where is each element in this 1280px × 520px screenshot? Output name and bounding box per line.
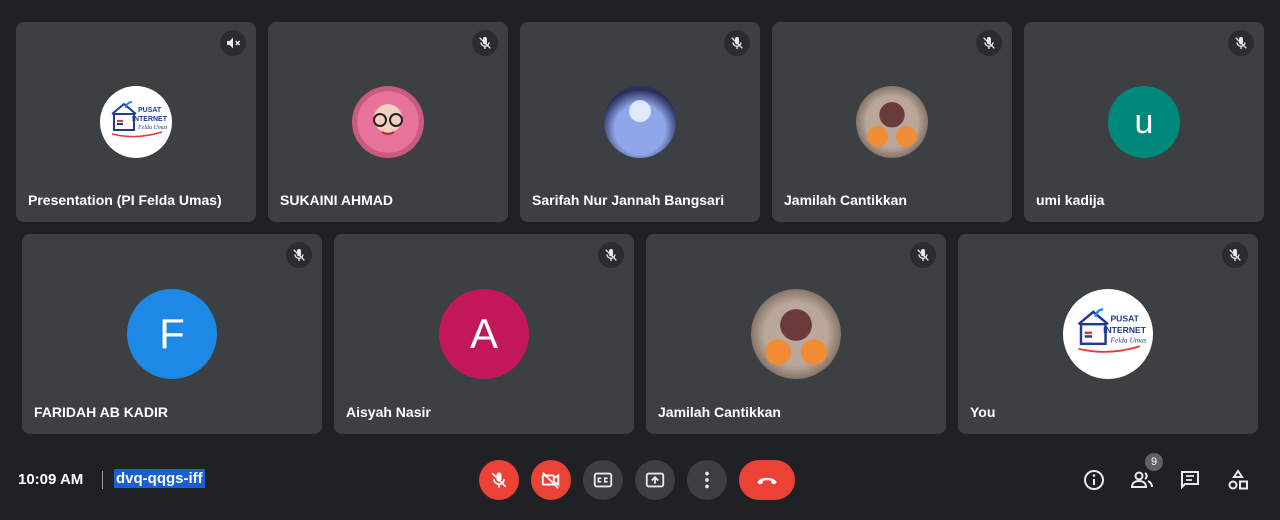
mic-off-icon [976,30,1002,56]
participant-tile[interactable]: Jamilah Cantikkan [772,22,1012,222]
chat-icon [1181,471,1199,490]
meeting-control-bar: 10:09 AM dvq-qqgs-iff 9 [0,440,1280,520]
participant-name: Jamilah Cantikkan [658,404,781,420]
info-icon [1084,470,1104,490]
camera-toggle-button[interactable] [531,460,571,500]
mic-off-icon [286,242,312,268]
letter-avatar: A [439,289,529,379]
letter-avatar: F [127,289,217,379]
avatar-letter: A [469,310,498,357]
participant-name: Aisyah Nasir [346,404,431,420]
participant-tile[interactable]: SUKAINI AHMAD [268,22,508,222]
participant-count-badge: 9 [1145,453,1163,471]
participant-tile[interactable]: F FARIDAH AB KADIR [22,234,322,434]
meeting-code[interactable]: dvq-qqgs-iff [114,469,205,488]
profile-photo-avatar [856,86,928,158]
logo-line-3: Felda Umas [137,125,168,131]
participant-tile[interactable]: Jamilah Cantikkan [646,234,946,434]
mic-muted-icon [220,30,246,56]
camera-off-icon [541,472,560,489]
people-icon [1130,471,1153,488]
more-vert-icon [705,471,709,489]
participant-tile[interactable]: Sarifah Nur Jannah Bangsari [520,22,760,222]
participant-tile[interactable]: A Aisyah Nasir [334,234,634,434]
activities-icon [1228,469,1248,490]
microphone-toggle-button[interactable] [479,460,519,500]
participant-tile[interactable]: PUSAT INTERNET Felda Umas Presentation (… [16,22,256,222]
logo-line-2: INTERNET [132,116,168,123]
mic-off-icon [472,30,498,56]
hang-up-icon [757,477,777,485]
divider [102,471,103,489]
participant-name: Presentation (PI Felda Umas) [28,192,222,208]
participant-name: FARIDAH AB KADIR [34,404,169,420]
mic-off-icon [724,30,750,56]
more-options-button[interactable] [687,460,727,500]
participant-name: umi kadija [1036,192,1105,208]
present-screen-button[interactable] [635,460,675,500]
mic-off-icon [1228,30,1254,56]
logo-line-1: PUSAT [1110,314,1139,324]
avatar-letter: u [1134,102,1154,141]
participant-name: Sarifah Nur Jannah Bangsari [532,192,725,208]
mic-off-icon [910,242,936,268]
logo-line-1: PUSAT [138,107,162,114]
logo-line-3: Felda Umas [1109,336,1146,345]
avatar-letter: F [159,310,185,357]
mic-off-icon [491,472,507,488]
participant-name: SUKAINI AHMAD [280,192,394,208]
participant-name: Jamilah Cantikkan [784,192,907,208]
profile-photo-avatar [604,86,676,158]
profile-photo-avatar [751,289,841,379]
meeting-details-button[interactable] [1080,466,1108,494]
mic-off-icon [598,242,624,268]
logo-line-2: INTERNET [1103,325,1147,335]
leave-call-button[interactable] [739,460,795,500]
meeting-clock: 10:09 AM [18,471,84,488]
chat-button[interactable] [1176,466,1204,494]
mic-off-icon [1222,242,1248,268]
people-button[interactable]: 9 [1128,453,1163,494]
present-screen-icon [645,472,665,488]
closed-captions-icon [593,472,613,488]
activities-button[interactable] [1224,466,1252,494]
letter-avatar: u [1108,86,1180,158]
pusat-internet-logo-avatar: PUSAT INTERNET Felda Umas [100,86,172,158]
participant-tile[interactable]: u umi kadija [1024,22,1264,222]
captions-button[interactable] [583,460,623,500]
profile-photo-avatar [352,86,424,158]
pusat-internet-logo-avatar: PUSAT INTERNET Felda Umas [1063,289,1153,379]
participant-name: You [970,404,996,420]
participant-tile[interactable]: PUSAT INTERNET Felda Umas You [958,234,1258,434]
